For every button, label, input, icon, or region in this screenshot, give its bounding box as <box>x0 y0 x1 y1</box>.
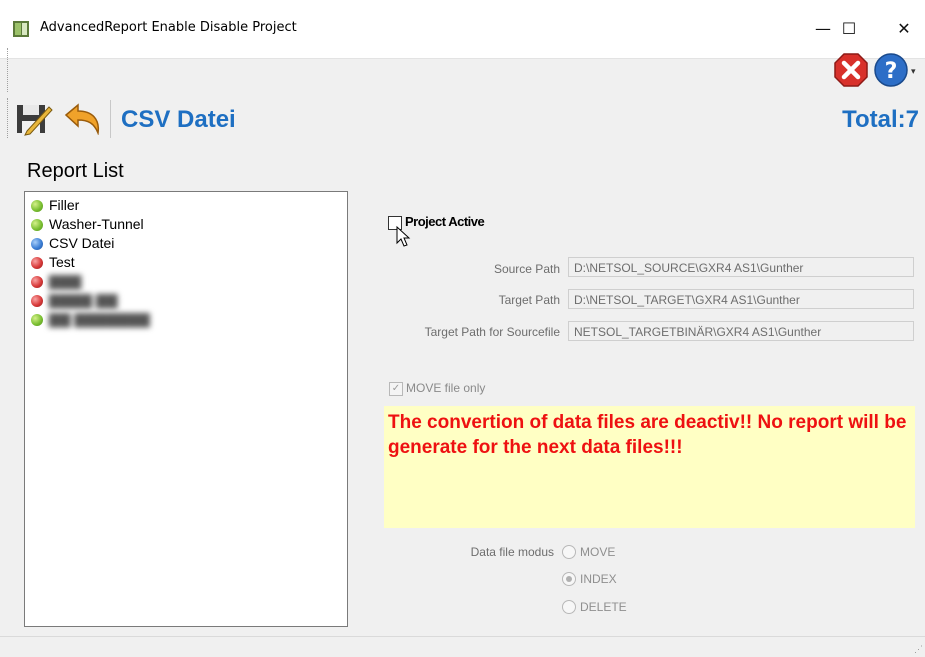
close-red-icon[interactable] <box>833 52 869 88</box>
status-green-icon <box>31 314 43 326</box>
status-red-icon <box>31 276 43 288</box>
status-red-icon <box>31 257 43 269</box>
help-icon[interactable]: ? <box>873 52 909 88</box>
app-icon <box>13 21 29 37</box>
status-blue-icon <box>31 238 43 250</box>
svg-text:?: ? <box>885 59 898 84</box>
list-item-label-redacted: ▇▇▇ <box>49 273 82 289</box>
resize-grip-icon[interactable]: ⋰ <box>914 644 923 655</box>
undo-icon[interactable] <box>62 103 102 135</box>
save-icon[interactable] <box>15 101 53 137</box>
target-path-field[interactable]: D:\NETSOL_TARGET\GXR4 AS1\Gunther <box>568 289 914 309</box>
radio-delete[interactable] <box>562 600 576 614</box>
radio-index[interactable] <box>562 572 576 586</box>
project-title: CSV Datei <box>121 106 236 133</box>
mouse-cursor-icon <box>396 225 411 247</box>
close-button[interactable]: ✕ <box>881 12 925 46</box>
radio-delete-label: DELETE <box>580 600 627 614</box>
window-title: AdvancedReport Enable Disable Project <box>40 20 297 35</box>
help-dropdown-icon[interactable]: ▾ <box>911 66 916 77</box>
list-item-label: CSV Datei <box>49 235 115 251</box>
toolbar-grip-2[interactable] <box>7 98 11 138</box>
toolbar-grip[interactable] <box>7 48 11 92</box>
warning-message: The convertion of data files are deactiv… <box>388 412 907 458</box>
list-item-label: Filler <box>49 197 80 213</box>
list-item-label-redacted: ▇▇▇▇ ▇▇ <box>49 292 118 308</box>
move-file-only-checkbox[interactable]: ✓ <box>389 382 403 396</box>
status-green-icon <box>31 200 43 212</box>
radio-index-label: INDEX <box>580 572 617 586</box>
target-sourcefile-label: Target Path for Sourcefile <box>424 325 560 339</box>
radio-move[interactable] <box>562 545 576 559</box>
message-panel: The convertion of data files are deactiv… <box>384 406 915 528</box>
maximize-button[interactable]: ☐ <box>826 12 872 46</box>
radio-selected-dot <box>566 576 572 582</box>
source-path-field[interactable]: D:\NETSOL_SOURCE\GXR4 AS1\Gunther <box>568 257 914 277</box>
status-bar-divider <box>0 636 925 637</box>
status-green-icon <box>31 219 43 231</box>
target-sourcefile-field[interactable]: NETSOL_TARGETBINÄR\GXR4 AS1\Gunther <box>568 321 914 341</box>
status-red-icon <box>31 295 43 307</box>
move-file-only-label: MOVE file only <box>406 381 486 395</box>
report-list[interactable]: Filler Washer-Tunnel CSV Datei Test ▇▇▇ … <box>24 191 348 627</box>
report-list-label: Report List <box>27 160 124 182</box>
total-count: Total:7 <box>842 106 919 133</box>
radio-move-label: MOVE <box>580 545 616 559</box>
toolbar-separator <box>110 100 111 138</box>
project-active-label: Project Active <box>405 214 485 229</box>
data-file-modus-label: Data file modus <box>470 545 554 559</box>
target-path-label: Target Path <box>498 293 560 307</box>
list-item-label: Test <box>49 254 75 270</box>
source-path-label: Source Path <box>493 262 560 276</box>
list-item-label: Washer-Tunnel <box>49 216 144 232</box>
list-item-label-redacted: ▇▇ ▇▇▇▇▇▇▇ <box>49 311 150 327</box>
